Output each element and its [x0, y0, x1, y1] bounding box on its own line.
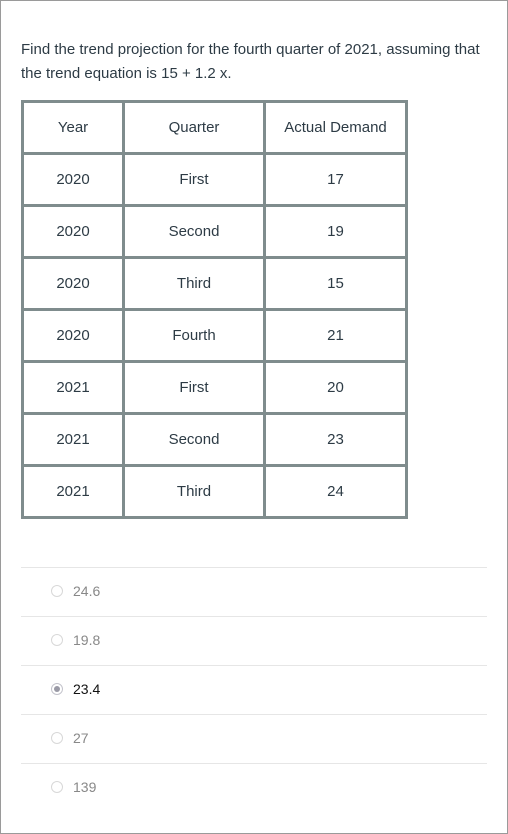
- radio-button[interactable]: [51, 634, 63, 646]
- table-row: 2020 Second 19: [21, 204, 408, 259]
- radio-button[interactable]: [51, 732, 63, 744]
- cell-year: 2020: [21, 204, 125, 259]
- cell-quarter: First: [122, 152, 266, 207]
- answer-label[interactable]: 27: [73, 730, 89, 746]
- header-quarter: Quarter: [122, 100, 266, 155]
- cell-year: 2021: [21, 360, 125, 415]
- cell-year: 2020: [21, 152, 125, 207]
- answer-option[interactable]: 24.6: [21, 567, 487, 616]
- cell-quarter: Second: [122, 412, 266, 467]
- answer-list: 24.6 19.8 23.4 27 139: [21, 567, 487, 812]
- answer-label[interactable]: 139: [73, 779, 96, 795]
- cell-year: 2020: [21, 256, 125, 311]
- cell-demand: 23: [263, 412, 408, 467]
- answer-option-selected[interactable]: 23.4: [21, 665, 487, 714]
- radio-button[interactable]: [51, 585, 63, 597]
- answer-option[interactable]: 139: [21, 763, 487, 812]
- cell-demand: 15: [263, 256, 408, 311]
- cell-quarter: Second: [122, 204, 266, 259]
- table-row: 2021 Third 24: [21, 464, 408, 519]
- cell-quarter: First: [122, 360, 266, 415]
- answer-label[interactable]: 24.6: [73, 583, 100, 599]
- header-year: Year: [21, 100, 125, 155]
- cell-demand: 17: [263, 152, 408, 207]
- answer-label[interactable]: 23.4: [73, 681, 100, 697]
- cell-year: 2021: [21, 464, 125, 519]
- table-row: 2020 Fourth 21: [21, 308, 408, 363]
- cell-demand: 21: [263, 308, 408, 363]
- table-row: 2020 First 17: [21, 152, 408, 207]
- cell-demand: 24: [263, 464, 408, 519]
- radio-button[interactable]: [51, 781, 63, 793]
- question-text: Find the trend projection for the fourth…: [21, 41, 480, 82]
- demand-table: Year Quarter Actual Demand 2020 First 17…: [21, 100, 408, 519]
- cell-year: 2020: [21, 308, 125, 363]
- answer-label[interactable]: 19.8: [73, 632, 100, 648]
- table-row: 2021 First 20: [21, 360, 408, 415]
- cell-year: 2021: [21, 412, 125, 467]
- header-actual-demand: Actual Demand: [263, 100, 408, 155]
- cell-quarter: Third: [122, 256, 266, 311]
- cell-demand: 20: [263, 360, 408, 415]
- cell-quarter: Fourth: [122, 308, 266, 363]
- table-row: 2020 Third 15: [21, 256, 408, 311]
- answer-option[interactable]: 27: [21, 714, 487, 763]
- table-row: 2021 Second 23: [21, 412, 408, 467]
- cell-quarter: Third: [122, 464, 266, 519]
- cell-demand: 19: [263, 204, 408, 259]
- table-header-row: Year Quarter Actual Demand: [21, 100, 408, 155]
- answer-option[interactable]: 19.8: [21, 616, 487, 665]
- radio-button-checked[interactable]: [51, 683, 63, 695]
